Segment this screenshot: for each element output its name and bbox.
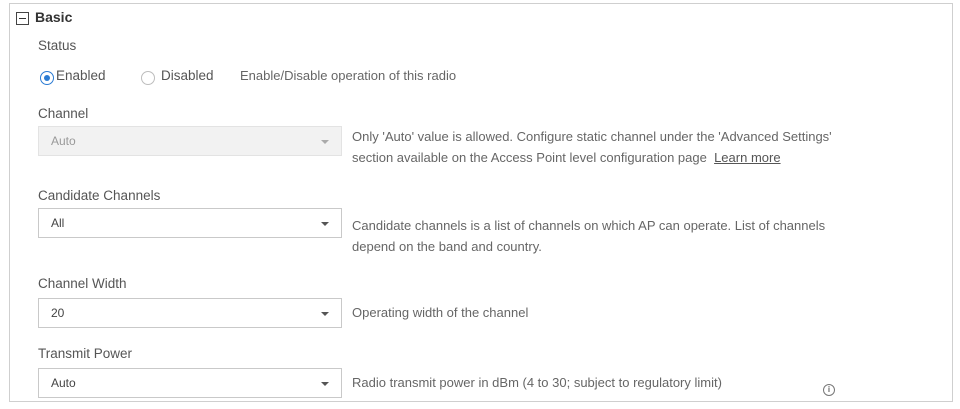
channel-select-value: Auto xyxy=(51,134,76,148)
status-hint: Enable/Disable operation of this radio xyxy=(240,68,457,83)
info-icon[interactable]: i xyxy=(823,384,835,396)
candidate-channels-select[interactable]: All xyxy=(38,208,342,238)
candidate-channels-label: Candidate Channels xyxy=(38,188,161,203)
chevron-down-icon xyxy=(321,382,329,386)
status-disabled-radio[interactable] xyxy=(141,71,155,85)
transmit-power-label: Transmit Power xyxy=(38,346,133,361)
candidate-channels-hint-line2: depend on the band and country. xyxy=(352,239,542,254)
transmit-power-value: Auto xyxy=(51,376,76,390)
candidate-channels-hint: Candidate channels is a list of channels… xyxy=(352,215,952,257)
channel-width-select[interactable]: 20 xyxy=(38,298,342,328)
section-title: Basic xyxy=(35,9,73,25)
learn-more-link[interactable]: Learn more xyxy=(714,150,780,165)
transmit-power-select[interactable]: Auto xyxy=(38,368,342,398)
channel-width-label: Channel Width xyxy=(38,276,127,291)
channel-select: Auto xyxy=(38,126,342,156)
status-label: Status xyxy=(38,38,77,53)
collapse-icon[interactable] xyxy=(16,12,29,25)
channel-hint-line2: section available on the Access Point le… xyxy=(352,147,952,168)
chevron-down-icon xyxy=(321,222,329,226)
channel-hint: Only 'Auto' value is allowed. Configure … xyxy=(352,126,952,168)
status-disabled-label[interactable]: Disabled xyxy=(161,68,214,83)
channel-label: Channel xyxy=(38,106,89,121)
channel-hint-line2-text: section available on the Access Point le… xyxy=(352,150,707,165)
channel-width-value: 20 xyxy=(51,306,65,320)
chevron-down-icon xyxy=(321,140,329,144)
candidate-channels-hint-line1: Candidate channels is a list of channels… xyxy=(352,218,826,233)
candidate-channels-value: All xyxy=(51,216,65,230)
status-enabled-radio[interactable] xyxy=(40,71,54,85)
chevron-down-icon xyxy=(321,312,329,316)
transmit-power-hint: Radio transmit power in dBm (4 to 30; su… xyxy=(352,375,722,390)
channel-hint-line1: Only 'Auto' value is allowed. Configure … xyxy=(352,129,832,144)
status-enabled-label[interactable]: Enabled xyxy=(56,68,106,83)
channel-width-hint: Operating width of the channel xyxy=(352,305,529,320)
